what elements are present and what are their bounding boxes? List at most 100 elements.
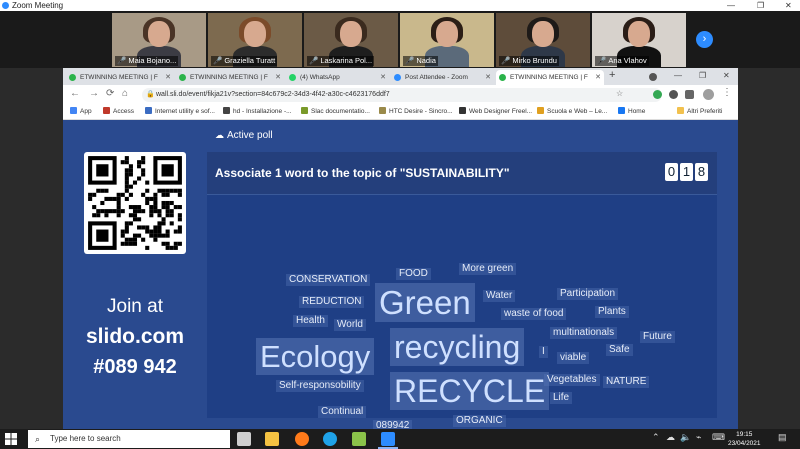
maximize-button[interactable]: ❐ (757, 0, 764, 11)
bookmark-item[interactable]: Web Designer Freel... (459, 106, 532, 118)
firefox-icon[interactable] (295, 432, 309, 446)
word-cloud-word: ORGANIC (453, 415, 506, 427)
bookmark-label: App (80, 108, 92, 115)
onedrive-icon[interactable]: ☁ (666, 432, 675, 443)
participant-tile[interactable]: 🎤 Maia Bojano... (112, 13, 206, 67)
close-tab-icon[interactable]: ✕ (275, 70, 281, 85)
forward-icon[interactable]: → (89, 88, 99, 99)
close-icon[interactable]: ✕ (723, 71, 730, 80)
minimize-icon[interactable]: — (674, 71, 682, 80)
close-button[interactable]: ✕ (785, 0, 792, 11)
bookmark-item[interactable]: hd - Installazione -... (223, 106, 292, 118)
address-bar-url: wall.sli.do/event/fikja21v?section=84c67… (156, 91, 390, 98)
close-tab-icon[interactable]: ✕ (595, 70, 601, 85)
browser-tab[interactable]: Post Attendee - Zoom ✕ (391, 70, 494, 85)
clock-time: 19:15 (736, 431, 753, 438)
profile-avatar[interactable] (703, 89, 714, 100)
search-placeholder: Type here to search (50, 434, 121, 443)
bookmark-item[interactable]: HTC Desire - Sincro... (379, 106, 453, 118)
new-tab-button[interactable]: + (609, 69, 615, 81)
close-tab-icon[interactable]: ✕ (165, 70, 171, 85)
participant-name-label: 🎤 Graziella Turatt (211, 56, 278, 66)
media-record-icon[interactable] (649, 73, 657, 81)
menu-dots-icon[interactable]: ⋮ (722, 87, 732, 98)
participant-name: Laskarina Pol... (320, 56, 373, 65)
network-icon[interactable]: ⌁ (696, 432, 701, 443)
back-icon[interactable]: ← (70, 88, 80, 99)
bookmark-label: Web Designer Freel... (469, 108, 533, 115)
bookmark-item[interactable]: Internet utility e sof... (145, 106, 215, 118)
taskbar: ⌕ Type here to search ⌃ ☁ 🔈 ⌁ ⌨ 19:15 23… (0, 429, 800, 449)
keyboard-icon[interactable]: ⌨ (712, 432, 725, 443)
browser-toolbar: ← → ⟳ ⌂ 🔒 wall.sli.do/event/fikja21v?sec… (63, 85, 738, 105)
participant-name-label: 🎤 Laskarina Pol... (307, 56, 375, 66)
tab-label: ETWINNING MEETING | F (510, 74, 588, 81)
word-cloud-word: Health (293, 315, 328, 327)
other-bookmarks[interactable]: Altri Preferiti (677, 106, 722, 118)
tab-favicon-icon (499, 74, 506, 81)
close-tab-icon[interactable]: ✕ (380, 70, 386, 85)
close-tab-icon[interactable]: ✕ (485, 70, 491, 85)
participant-tile[interactable]: 🎤 Nadia (400, 13, 494, 67)
bookmark-label: hd - Installazione -... (233, 108, 292, 115)
file-explorer-icon[interactable] (265, 432, 279, 446)
counter-digit: 1 (680, 163, 693, 181)
task-view-icon[interactable] (237, 432, 251, 446)
word-cloud: FOOD More green CONSERVATION Green Water Part… (207, 194, 717, 432)
browser-tab[interactable]: ETWINNING MEETING | F ✕ (496, 70, 604, 85)
bookmark-item[interactable]: Slac documentatio... (301, 106, 370, 118)
taskbar-clock[interactable]: 19:15 23/04/2021 (728, 430, 761, 448)
home-icon[interactable]: ⌂ (122, 88, 128, 99)
taskbar-search-input[interactable]: ⌕ Type here to search (28, 430, 230, 448)
word-cloud-word: Future (640, 331, 675, 343)
muted-mic-icon: 🎤 (405, 56, 415, 65)
cloud-icon: ☁ (215, 130, 224, 140)
star-icon[interactable]: ☆ (616, 89, 623, 98)
paint-icon[interactable] (352, 432, 366, 446)
bookmark-favicon-icon (70, 107, 77, 114)
bookmark-item[interactable]: Home (618, 106, 645, 118)
bookmark-label: Access (113, 108, 134, 115)
bookmark-item[interactable]: Scuola e Web – Le... (537, 106, 607, 118)
participant-name-label: 🎤 Nadia (403, 56, 438, 66)
minimize-button[interactable]: — (727, 0, 735, 11)
tab-strip: ETWINNING MEETING | F ✕ ETWINNING MEETING … (63, 68, 738, 85)
browser-tab[interactable]: ETWINNING MEETING | F ✕ (66, 70, 174, 85)
participant-tile[interactable]: 🎤 Graziella Turatt (208, 13, 302, 67)
maximize-icon[interactable]: ❐ (699, 71, 706, 80)
extensions-puzzle-icon[interactable] (685, 90, 694, 99)
browser-tab[interactable]: (4) WhatsApp ✕ (286, 70, 389, 85)
folder-icon (677, 107, 684, 114)
chevron-up-icon[interactable]: ⌃ (652, 432, 660, 443)
muted-mic-icon: 🎤 (597, 56, 607, 65)
muted-mic-icon: 🎤 (213, 56, 223, 65)
word-cloud-word: viable (557, 352, 590, 364)
word-cloud-word: More green (459, 263, 517, 275)
next-page-icon[interactable]: › (696, 31, 713, 48)
browser-window: ETWINNING MEETING | F ✕ ETWINNING MEETING … (63, 68, 738, 432)
tab-favicon-icon (179, 74, 186, 81)
extension-icon[interactable] (669, 90, 678, 99)
browser-tab[interactable]: ETWINNING MEETING | F ✕ (176, 70, 284, 85)
notifications-icon[interactable]: ▤ (778, 432, 787, 443)
address-bar[interactable]: 🔒 wall.sli.do/event/fikja21v?section=84c… (142, 88, 662, 102)
tab-label: (4) WhatsApp (300, 74, 340, 81)
muted-mic-icon: 🎤 (309, 56, 319, 65)
extension-icon[interactable] (653, 90, 662, 99)
windows-start-icon[interactable] (5, 433, 17, 445)
bookmark-item[interactable]: Access (103, 106, 134, 118)
participant-face (436, 21, 458, 47)
word-cloud-word: recycling (390, 328, 525, 366)
participant-name: Mirko Brundu (512, 56, 557, 65)
participant-tile[interactable]: 🎤 Mirko Brundu (496, 13, 590, 67)
bookmark-item[interactable]: App (70, 106, 92, 118)
bookmark-label: Internet utility e sof... (155, 108, 215, 115)
participant-tile[interactable]: 🎤 Ana Vlahov (592, 13, 686, 67)
volume-icon[interactable]: 🔈 (680, 432, 691, 443)
reload-icon[interactable]: ⟳ (106, 88, 114, 99)
bookmark-label: Scuola e Web – Le... (547, 108, 608, 115)
edge-icon[interactable] (323, 432, 337, 446)
participant-tile[interactable]: 🎤 Laskarina Pol... (304, 13, 398, 67)
active-poll-label: ☁ Active poll (215, 130, 273, 141)
zoom-icon[interactable] (381, 432, 395, 446)
